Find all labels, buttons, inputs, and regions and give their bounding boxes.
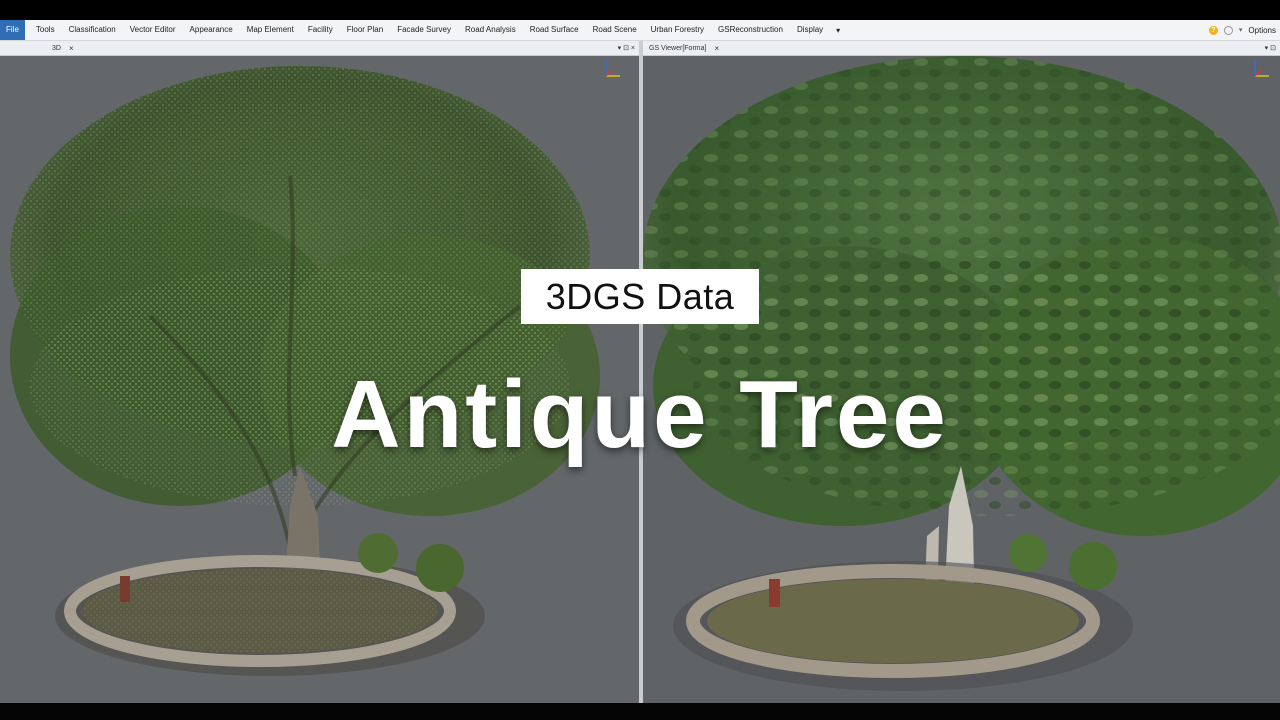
video-title: Antique Tree — [331, 361, 949, 468]
caption-3dgs-data: 3DGS Data — [521, 269, 759, 324]
caption-label: 3DGS Data — [545, 275, 735, 317]
top-letterbox — [0, 0, 1280, 14]
menu-right-tools: ? ▾ Options — [1208, 20, 1280, 40]
menu-appearance[interactable]: Appearance — [183, 20, 240, 40]
menu-road-surface[interactable]: Road Surface — [523, 20, 586, 40]
chevron-down-icon[interactable]: ▾ — [1239, 26, 1243, 34]
menu-display[interactable]: Display — [790, 20, 830, 40]
axis-gizmo-icon — [605, 59, 620, 77]
menu-road-scene[interactable]: Road Scene — [586, 20, 644, 40]
right-pane-controls[interactable]: ▾ ⊡ — [1265, 41, 1276, 55]
left-pane-tabstrip: 3D × ▾ ⊡ × — [0, 41, 639, 56]
menu-facade-survey[interactable]: Facade Survey — [390, 20, 458, 40]
bottom-letterbox — [0, 703, 1280, 720]
axis-gizmo-icon — [1254, 59, 1269, 77]
right-pane-tabstrip: GS Viewer[Forma] × ▾ ⊡ — [643, 41, 1280, 56]
menu-tools[interactable]: Tools — [29, 20, 62, 40]
help-icon[interactable]: ? — [1208, 25, 1218, 35]
left-pane-controls[interactable]: ▾ ⊡ × — [618, 41, 635, 55]
menu-facility[interactable]: Facility — [301, 20, 340, 40]
close-icon[interactable]: × — [69, 44, 74, 53]
menu-road-analysis[interactable]: Road Analysis — [458, 20, 523, 40]
menu-more-button[interactable]: ▾ — [830, 26, 846, 35]
tab-gs-viewer[interactable]: GS Viewer[Forma] × — [643, 41, 725, 55]
gear-icon[interactable] — [1223, 25, 1233, 35]
menu-vector-editor[interactable]: Vector Editor — [123, 20, 183, 40]
tab-3d-label: 3D — [52, 44, 61, 52]
menu-urban-forestry[interactable]: Urban Forestry — [644, 20, 711, 40]
close-icon[interactable]: × — [714, 44, 719, 53]
tab-3d[interactable]: 3D × — [46, 41, 80, 55]
menu-floor-plan[interactable]: Floor Plan — [340, 20, 390, 40]
tab-gs-viewer-label: GS Viewer[Forma] — [649, 44, 707, 52]
menu-classification[interactable]: Classification — [62, 20, 123, 40]
options-button[interactable]: Options — [1248, 26, 1276, 35]
menu-map-element[interactable]: Map Element — [240, 20, 301, 40]
menu-gsreconstruction[interactable]: GSReconstruction — [711, 20, 790, 40]
menu-file[interactable]: File — [0, 20, 25, 40]
menu-bar: File Tools Classification Vector Editor … — [0, 20, 1280, 41]
